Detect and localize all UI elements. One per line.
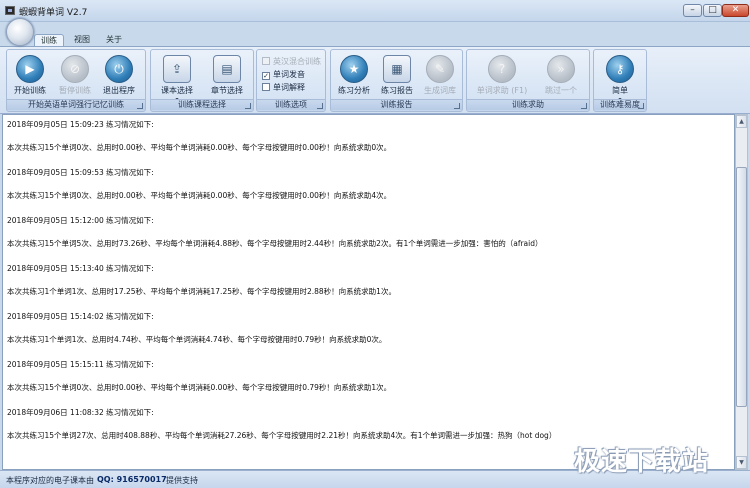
star-icon: ★ bbox=[340, 55, 368, 83]
log-timestamp: 2018年09月05日 15:14:02 练习情况如下: bbox=[7, 312, 154, 321]
word-help-button[interactable]: ? 单词求助 (F1) bbox=[473, 53, 531, 99]
practice-log: 2018年09月05日 15:09:23 练习情况如下: 本次共练习15个单词0… bbox=[7, 119, 727, 455]
group-start-training: ▶ 开始训练 ⊘ 暂停训练 ⏻ 退出程序 开始英语单词强行记忆训练 bbox=[6, 49, 146, 112]
log-timestamp: 2018年09月06日 11:08:32 练习情况如下: bbox=[7, 408, 154, 417]
textbook-select-button[interactable]: ⇪ 课本选择 ▾ bbox=[155, 53, 199, 103]
group-label: 训练课程选择 bbox=[151, 99, 253, 110]
vertical-scrollbar[interactable]: ▲ ▼ bbox=[735, 114, 748, 470]
status-text: 本程序对应的电子课本由 bbox=[6, 476, 94, 485]
pause-training-button[interactable]: ⊘ 暂停训练 bbox=[55, 53, 95, 99]
status-text-support: 提供支持 bbox=[166, 476, 198, 485]
word-explanation-checkbox[interactable]: 单词解释 bbox=[262, 82, 305, 94]
chapter-icon: ▤ bbox=[213, 55, 241, 83]
tab-view[interactable]: 视图 bbox=[68, 34, 96, 46]
dialog-launcher-icon[interactable] bbox=[581, 103, 587, 109]
log-message: 本次共练习1个单词1次、总用时4.74秒、平均每个单词消耗4.74秒、每个字母按… bbox=[7, 335, 387, 344]
group-training-report: ★ 练习分析 ▦ 练习报告 ✎ 生成词库 训练报告 bbox=[330, 49, 463, 112]
group-label: 训练求助 bbox=[467, 99, 589, 110]
tab-about[interactable]: 关于 bbox=[100, 34, 128, 46]
dialog-launcher-icon[interactable] bbox=[454, 103, 460, 109]
group-label: 训练选项 bbox=[257, 99, 325, 110]
log-entry: 2018年09月05日 15:13:40 练习情况如下: 本次共练习1个单词1次… bbox=[7, 263, 727, 311]
log-message: 本次共练习15个单词5次、总用时73.26秒、平均每个单词消耗4.88秒、每个字… bbox=[7, 239, 543, 248]
window-title: 蝦蝦背单词 V2.7 bbox=[19, 8, 88, 18]
title-bar: 蝦蝦背单词 V2.7 – □ ✕ bbox=[0, 0, 750, 22]
pause-icon: ⊘ bbox=[61, 55, 89, 83]
report-icon: ▦ bbox=[383, 55, 411, 83]
dialog-launcher-icon[interactable] bbox=[137, 103, 143, 109]
group-training-options: 英汉混合训练 ✓ 单词发音 单词解释 训练选项 bbox=[256, 49, 326, 112]
tab-train[interactable]: 训练 bbox=[34, 34, 64, 46]
log-entry: 2018年09月05日 15:09:23 练习情况如下: 本次共练习15个单词0… bbox=[7, 119, 727, 167]
minimize-button[interactable]: – bbox=[683, 4, 702, 17]
dialog-launcher-icon[interactable] bbox=[245, 103, 251, 109]
checkbox-icon bbox=[262, 83, 270, 91]
group-label: 开始英语单词强行记忆训练 bbox=[7, 99, 145, 110]
group-training-help: ? 单词求助 (F1) » 跳过一个 训练求助 bbox=[466, 49, 590, 112]
watermark-logo: 极速下载站 bbox=[574, 447, 710, 477]
skip-icon: » bbox=[547, 55, 575, 83]
play-icon: ▶ bbox=[16, 55, 44, 83]
group-label: 训练报告 bbox=[331, 99, 462, 110]
log-timestamp: 2018年09月05日 15:09:23 练习情况如下: bbox=[7, 120, 154, 129]
log-timestamp: 2018年09月05日 15:15:11 练习情况如下: bbox=[7, 360, 154, 369]
skip-one-button[interactable]: » 跳过一个 bbox=[537, 53, 585, 99]
log-entry: 2018年09月05日 15:09:53 练习情况如下: 本次共练习15个单词0… bbox=[7, 167, 727, 215]
log-entry: 2018年09月05日 15:14:02 练习情况如下: 本次共练习1个单词1次… bbox=[7, 311, 727, 359]
group-course-selection: ⇪ 课本选择 ▾ ▤ 章节选择 训练课程选择 bbox=[150, 49, 254, 112]
dialog-launcher-icon[interactable] bbox=[317, 103, 323, 109]
log-message: 本次共练习15个单词0次、总用时0.00秒、平均每个单词消耗0.00秒、每个字母… bbox=[7, 191, 392, 200]
practice-log-panel[interactable]: 2018年09月05日 15:09:23 练习情况如下: 本次共练习15个单词0… bbox=[2, 114, 735, 470]
maximize-button[interactable]: □ bbox=[703, 4, 722, 17]
key-icon: ⚷ bbox=[606, 55, 634, 83]
start-training-button[interactable]: ▶ 开始训练 bbox=[10, 53, 50, 99]
scrollbar-thumb[interactable] bbox=[736, 167, 747, 407]
checkbox-icon bbox=[262, 57, 270, 65]
scroll-up-icon[interactable]: ▲ bbox=[736, 115, 747, 128]
group-difficulty: ⚷ 简单 ▾ 训练难易度 bbox=[593, 49, 647, 112]
close-button[interactable]: ✕ bbox=[722, 4, 749, 17]
practice-report-button[interactable]: ▦ 练习报告 bbox=[377, 53, 417, 99]
mixed-training-checkbox[interactable]: 英汉混合训练 bbox=[262, 56, 321, 68]
power-icon: ⏻ bbox=[105, 55, 133, 83]
chapter-select-button[interactable]: ▤ 章节选择 bbox=[205, 53, 249, 99]
log-message: 本次共练习1个单词1次、总用时17.25秒、平均每个单词消耗17.25秒、每个字… bbox=[7, 287, 396, 296]
log-entry: 2018年09月05日 15:12:00 练习情况如下: 本次共练习15个单词5… bbox=[7, 215, 727, 263]
application-orb-button[interactable] bbox=[6, 18, 34, 46]
help-icon: ? bbox=[488, 55, 516, 83]
ribbon-tab-bar: 训练 视图 关于 bbox=[0, 22, 750, 46]
checkbox-checked-icon: ✓ bbox=[262, 72, 270, 80]
scroll-down-icon[interactable]: ▼ bbox=[736, 456, 747, 469]
exit-program-button[interactable]: ⏻ 退出程序 bbox=[99, 53, 139, 99]
log-timestamp: 2018年09月05日 15:12:00 练习情况如下: bbox=[7, 216, 154, 225]
generate-wordbank-button[interactable]: ✎ 生成词库 bbox=[420, 53, 460, 99]
log-timestamp: 2018年09月05日 15:13:40 练习情况如下: bbox=[7, 264, 154, 273]
dialog-launcher-icon[interactable] bbox=[638, 103, 644, 109]
status-qq: QQ: 916570017 bbox=[97, 475, 167, 484]
textbook-icon: ⇪ bbox=[163, 55, 191, 83]
word-pronunciation-checkbox[interactable]: ✓ 单词发音 bbox=[262, 69, 305, 81]
ribbon: ▶ 开始训练 ⊘ 暂停训练 ⏻ 退出程序 开始英语单词强行记忆训练 ⇪ 课本选择… bbox=[0, 46, 750, 114]
difficulty-select-button[interactable]: ⚷ 简单 ▾ bbox=[600, 53, 640, 103]
log-message: 本次共练习15个单词0次、总用时0.00秒、平均每个单词消耗0.00秒、每个字母… bbox=[7, 143, 392, 152]
log-timestamp: 2018年09月05日 15:09:53 练习情况如下: bbox=[7, 168, 154, 177]
practice-analysis-button[interactable]: ★ 练习分析 bbox=[334, 53, 374, 99]
log-entry: 2018年09月05日 15:15:11 练习情况如下: 本次共练习15个单词0… bbox=[7, 359, 727, 407]
app-icon bbox=[5, 6, 15, 15]
generate-icon: ✎ bbox=[426, 55, 454, 83]
log-message: 本次共练习15个单词0次、总用时0.00秒、平均每个单词消耗0.00秒、每个字母… bbox=[7, 383, 392, 392]
